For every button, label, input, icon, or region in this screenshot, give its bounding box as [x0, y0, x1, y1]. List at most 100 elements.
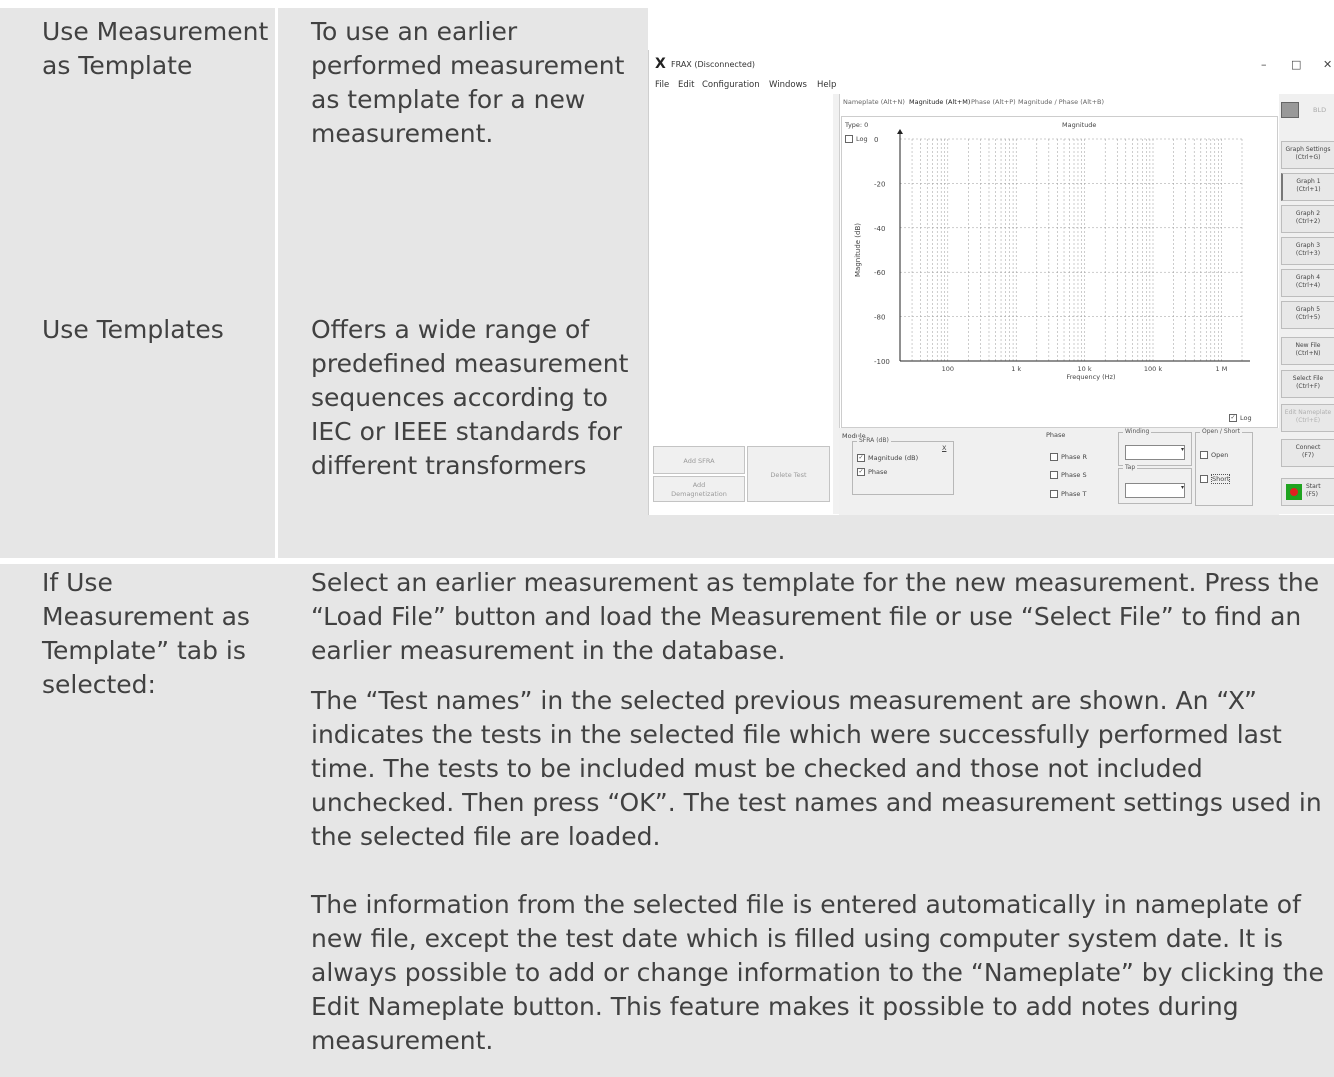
right-button-new-file[interactable]: New File (Ctrl+N): [1281, 337, 1334, 365]
right-button-graph-5[interactable]: Graph 5 (Ctrl+5): [1281, 301, 1334, 329]
sfra-group: SFRA (dB) X ✓ Magnitude (dB) ✓ Phase: [852, 437, 954, 495]
magnitude-chart: 0 -20 -40 -60 -80 -100 100 1 k 10 k 100 k 1 M Frequ…: [854, 129, 1250, 381]
frax-app-screenshot: X FRAX (Disconnected) – □ ✕ File Edit Co…: [648, 50, 1334, 515]
add-demag-line1: Add: [692, 481, 706, 489]
phase-checkbox[interactable]: ✓ Phase: [857, 468, 887, 476]
menu-configuration[interactable]: Configuration: [702, 80, 760, 90]
phase-box[interactable]: ✓: [857, 468, 865, 476]
add-demagnetization-button[interactable]: Add Demagnetization: [653, 476, 745, 502]
phase-t-checkbox[interactable]: Phase T: [1050, 490, 1086, 498]
log-x-label: Log: [1240, 414, 1252, 422]
short-box[interactable]: [1200, 475, 1208, 483]
right-button-label: New File: [1295, 342, 1321, 349]
row2-description: Offers a wide range of predefined measur…: [311, 315, 629, 480]
tab-phase[interactable]: Phase (Alt+P): [971, 98, 1016, 106]
right-button-shortcut: (F5): [1306, 491, 1318, 498]
right-button-start[interactable]: Start (F5): [1281, 478, 1334, 506]
phase-r-box[interactable]: [1050, 453, 1058, 461]
open-checkbox[interactable]: Open: [1200, 451, 1228, 459]
right-button-label: Graph Settings: [1285, 146, 1331, 153]
x-tick-label: 10 k: [1078, 365, 1092, 373]
menu-windows[interactable]: Windows: [769, 80, 807, 90]
phase-r-label: Phase R: [1061, 453, 1087, 461]
settings-panel: Module SFRA (dB) X ✓ Magnitude (dB) ✓ Phas…: [839, 428, 1279, 515]
sfra-close-icon[interactable]: X: [942, 444, 946, 452]
y-tick-label: -20: [874, 180, 885, 188]
tap-select[interactable]: ▾: [1125, 483, 1185, 498]
menu-edit[interactable]: Edit: [678, 80, 694, 90]
magnitude-checkbox[interactable]: ✓ Magnitude (dB): [857, 454, 918, 462]
phase-s-box[interactable]: [1050, 471, 1058, 479]
test-tree-panel[interactable]: Add SFRA Add Demagnetization Delete Test: [650, 94, 834, 514]
winding-label: Winding: [1123, 428, 1152, 435]
y-tick-label: -40: [874, 225, 885, 233]
add-sfra-button[interactable]: Add SFRA: [653, 446, 745, 474]
add-demag-line2: Demagnetization: [671, 490, 727, 498]
minimize-icon[interactable]: –: [1261, 58, 1267, 71]
right-button-shortcut: (Ctrl+3): [1295, 250, 1321, 257]
phase-s-label: Phase S: [1061, 471, 1087, 479]
phase-checkbox-label: Phase: [868, 468, 888, 476]
right-button-select-file[interactable]: Select File (Ctrl+F): [1281, 370, 1334, 398]
right-button-label: Select File: [1292, 375, 1324, 382]
maximize-icon[interactable]: □: [1291, 58, 1301, 71]
row3-paragraph-1: Select an earlier measurement as templat…: [311, 568, 1320, 665]
open-short-group: Open / Short Open Short: [1195, 428, 1253, 506]
right-button-connect[interactable]: Connect (F7): [1281, 439, 1334, 467]
tab-magnitude[interactable]: Magnitude (Alt+M): [909, 98, 970, 106]
row2-label: Use Templates: [42, 315, 224, 344]
window-titlebar: X FRAX (Disconnected) – □ ✕: [649, 50, 1334, 78]
short-checkbox[interactable]: Short: [1200, 474, 1231, 484]
right-button-graph-settings[interactable]: Graph Settings (Ctrl+G): [1281, 141, 1334, 169]
start-dot: [1290, 488, 1298, 496]
frax-logo: X: [655, 56, 666, 72]
close-icon[interactable]: ✕: [1323, 58, 1332, 71]
right-button-column: BLD Graph Settings (Ctrl+G) Graph 1 (Ctrl+1…: [1279, 94, 1334, 514]
y-axis-label: Magnitude (dB): [854, 223, 862, 277]
winding-select[interactable]: ▾: [1125, 445, 1185, 460]
right-button-graph-4[interactable]: Graph 4 (Ctrl+4): [1281, 269, 1334, 297]
delete-test-button[interactable]: Delete Test: [747, 446, 830, 502]
right-button-label: Graph 2: [1295, 210, 1321, 217]
log-x-box[interactable]: ✓: [1229, 414, 1237, 422]
open-short-label: Open / Short: [1200, 428, 1242, 435]
x-tick-label: 100 k: [1144, 365, 1162, 373]
right-button-shortcut: (Ctrl+2): [1295, 218, 1321, 225]
menu-bar: File Edit Configuration Windows Help: [649, 78, 1334, 94]
y-axis-arrow: [897, 129, 903, 134]
right-button-label: Graph 1: [1296, 178, 1321, 185]
menu-help[interactable]: Help: [817, 80, 836, 90]
tab-nameplate[interactable]: Nameplate (Alt+N): [843, 98, 905, 106]
tab-magnitude-phase[interactable]: Magnitude / Phase (Alt+B): [1018, 98, 1104, 106]
phase-group-label: Phase: [1046, 431, 1066, 439]
x-tick-label: 1 M: [1216, 365, 1228, 373]
right-button-shortcut: (Ctrl+5): [1295, 314, 1321, 321]
tap-label: Tap: [1123, 464, 1138, 471]
open-label: Open: [1211, 451, 1229, 459]
magnitude-box[interactable]: ✓: [857, 454, 865, 462]
row3-body: Select an earlier measurement as templat…: [311, 566, 1331, 1058]
y-tick-label: -100: [874, 358, 890, 366]
right-button-graph-2[interactable]: Graph 2 (Ctrl+2): [1281, 205, 1334, 233]
log-x-checkbox[interactable]: ✓ Log: [1229, 414, 1252, 422]
right-button-shortcut: (Ctrl+4): [1295, 282, 1321, 289]
y-tick-label: 0: [874, 136, 878, 144]
sfra-group-label: SFRA (dB): [857, 437, 891, 444]
graph-area: Type: 0 Magnitude Log 0 -20 -40 -60 -80 -100 1…: [841, 116, 1278, 428]
row1-label: Use Measurement as Template: [42, 17, 269, 80]
menu-file[interactable]: File: [655, 80, 669, 90]
right-button-label: Connect: [1295, 444, 1321, 451]
magnitude-checkbox-label: Magnitude (dB): [868, 454, 919, 462]
right-button-shortcut: (F7): [1302, 452, 1314, 459]
y-tick-label: -80: [874, 314, 885, 322]
phase-t-box[interactable]: [1050, 490, 1058, 498]
right-button-edit-nameplate[interactable]: Edit Nameplate (Ctrl+E): [1281, 404, 1334, 432]
right-button-graph-1[interactable]: Graph 1 (Ctrl+1): [1281, 173, 1334, 201]
bld-label: BLD: [1313, 106, 1327, 114]
start-icon: [1286, 484, 1302, 500]
phase-r-checkbox[interactable]: Phase R: [1050, 453, 1087, 461]
open-box[interactable]: [1200, 451, 1208, 459]
right-button-shortcut: (Ctrl+G): [1295, 154, 1321, 161]
right-button-graph-3[interactable]: Graph 3 (Ctrl+3): [1281, 237, 1334, 265]
phase-s-checkbox[interactable]: Phase S: [1050, 471, 1087, 479]
